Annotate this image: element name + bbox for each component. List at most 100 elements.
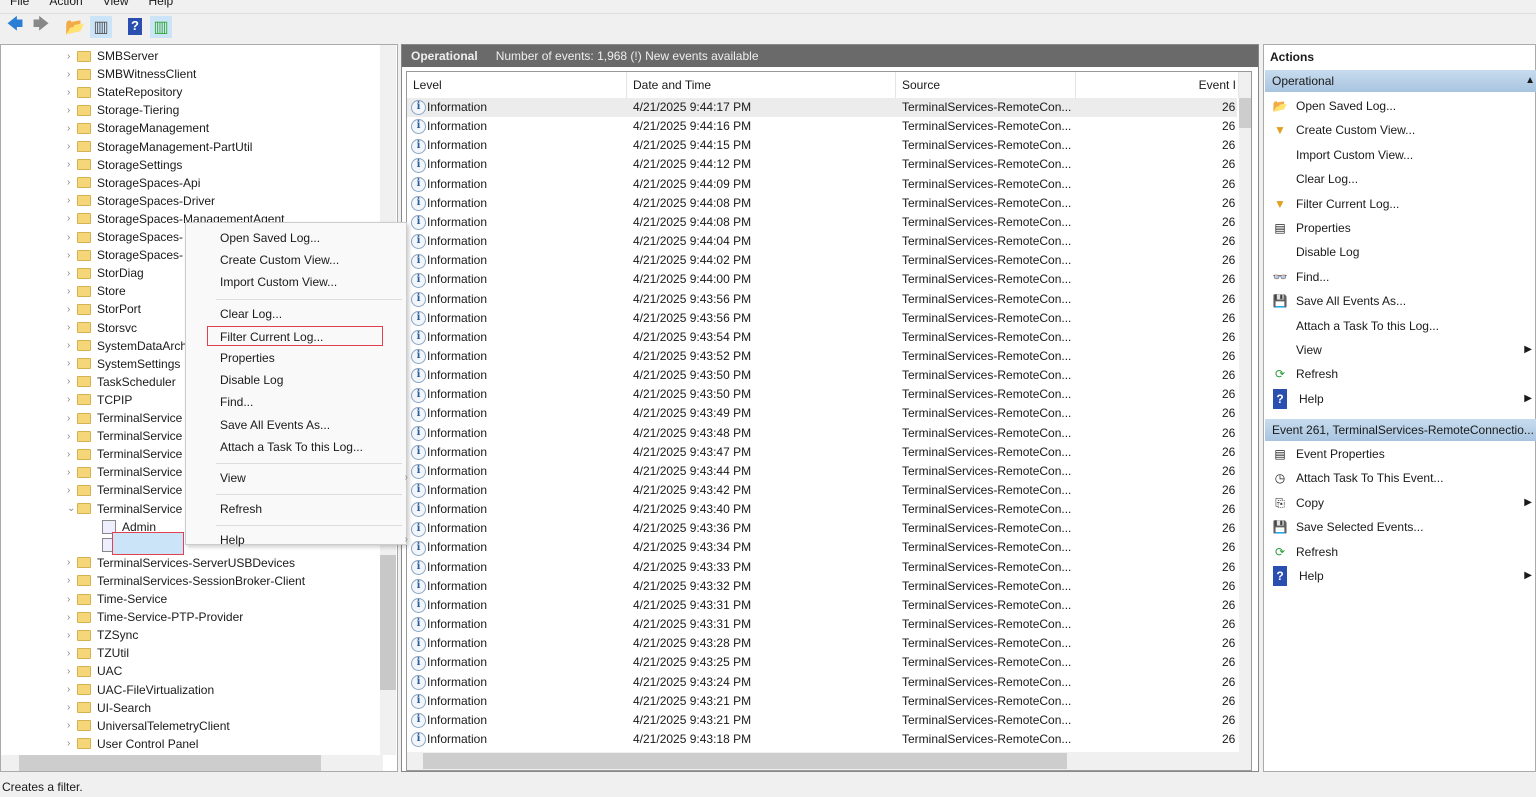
expand-chevron-icon[interactable]: › (67, 51, 77, 62)
expand-chevron-icon[interactable]: › (67, 159, 77, 170)
tree-item[interactable]: › User Control Panel (67, 735, 198, 753)
action-filter-current-log[interactable]: ▼ Filter Current Log... (1270, 194, 1534, 214)
tree-item[interactable]: › TZUtil (67, 644, 129, 662)
action-properties[interactable]: ▤ Properties (1270, 218, 1534, 238)
expand-chevron-icon[interactable]: ⌄ (67, 503, 77, 514)
expand-chevron-icon[interactable]: › (67, 141, 77, 152)
tree-item[interactable]: › Storsvc (67, 319, 137, 337)
table-row[interactable]: i Information 4/21/2025 9:43:21 PM Terminal… (407, 711, 1237, 730)
tree-item[interactable]: › StorageSpaces- (67, 228, 183, 246)
tree-item[interactable]: › SMBWitnessClient (67, 65, 196, 83)
tree-item[interactable]: › StorageSpaces- (67, 246, 183, 264)
actions-section-operational[interactable]: Operational ▲ (1265, 70, 1536, 92)
tree-item[interactable]: › StorDiag (67, 264, 144, 282)
up-folder-button[interactable]: 📂 (64, 16, 86, 38)
tree-item[interactable]: › SystemSettings (67, 355, 180, 373)
tree-item[interactable]: › Store (67, 282, 126, 300)
action-clear-log[interactable]: Clear Log... (1270, 169, 1534, 189)
action-attach-a-task-to-this-log[interactable]: Attach a Task To this Log... (1270, 316, 1534, 336)
tree-item[interactable]: › TaskScheduler (67, 373, 176, 391)
table-row[interactable]: i Information 4/21/2025 9:44:00 PM Terminal… (407, 270, 1237, 289)
action-open-saved-log[interactable]: 📂 Open Saved Log... (1270, 96, 1534, 116)
table-row[interactable]: i Information 4/21/2025 9:43:33 PM Terminal… (407, 558, 1237, 577)
table-row[interactable]: i Information 4/21/2025 9:44:16 PM Terminal… (407, 117, 1237, 136)
menu-action[interactable]: Action (39, 0, 92, 10)
column-event-id[interactable]: Event I (1076, 72, 1239, 98)
events-horizontal-scrollbar[interactable] (407, 752, 1239, 770)
tree-item[interactable]: › Time-Service (67, 590, 167, 608)
table-row[interactable]: i Information 4/21/2025 9:43:24 PM Terminal… (407, 673, 1237, 692)
tree-item[interactable]: › StateRepository (67, 83, 182, 101)
table-row[interactable]: i Information 4/21/2025 9:43:50 PM Terminal… (407, 385, 1237, 404)
context-item-filter-current-log[interactable]: Filter Current Log... (207, 325, 383, 346)
tree-item[interactable]: › TZSync (67, 626, 138, 644)
tree-item[interactable]: › StorageSpaces-Api (67, 174, 200, 192)
show-hide-action-pane-button[interactable]: ▥ (150, 15, 172, 38)
expand-chevron-icon[interactable]: › (67, 358, 77, 369)
table-row[interactable]: i Information 4/21/2025 9:44:02 PM Terminal… (407, 251, 1237, 270)
table-row[interactable]: i Information 4/21/2025 9:43:47 PM Terminal… (407, 443, 1237, 462)
action-refresh[interactable]: ⟳ Refresh (1270, 364, 1534, 384)
expand-chevron-icon[interactable]: › (67, 413, 77, 424)
tree-item[interactable]: ⌄ TerminalService (67, 500, 182, 518)
column-source[interactable]: Source (896, 72, 1076, 98)
context-item-refresh[interactable]: Refresh (220, 499, 400, 519)
tree-item[interactable]: › TCPIP (67, 391, 132, 409)
expand-chevron-icon[interactable]: › (67, 467, 77, 478)
context-item-help[interactable]: Help › (220, 530, 408, 550)
tree-item[interactable]: › StorageSettings (67, 156, 182, 174)
context-item-attach-a-task-to-this-log[interactable]: Attach a Task To this Log... (220, 437, 400, 457)
expand-chevron-icon[interactable]: › (67, 738, 77, 749)
table-row[interactable]: i Information 4/21/2025 9:43:50 PM Terminal… (407, 366, 1237, 385)
expand-chevron-icon[interactable]: › (67, 485, 77, 496)
expand-chevron-icon[interactable]: › (67, 720, 77, 731)
action-save-all-events-as[interactable]: 💾 Save All Events As... (1270, 291, 1534, 311)
expand-chevron-icon[interactable]: › (67, 376, 77, 387)
expand-chevron-icon[interactable]: › (67, 666, 77, 677)
show-hide-tree-button[interactable]: ▥ (90, 15, 112, 38)
tree-item[interactable]: › TerminalService (67, 427, 182, 445)
context-item-clear-log[interactable]: Clear Log... (220, 304, 400, 324)
action-save-selected-events[interactable]: 💾 Save Selected Events... (1270, 517, 1534, 537)
table-row[interactable]: i Information 4/21/2025 9:43:32 PM Terminal… (407, 577, 1237, 596)
table-row[interactable]: i Information 4/21/2025 9:43:56 PM Terminal… (407, 309, 1237, 328)
expand-chevron-icon[interactable]: › (67, 612, 77, 623)
context-item-save-all-events-as[interactable]: Save All Events As... (220, 415, 400, 435)
expand-chevron-icon[interactable]: › (67, 557, 77, 568)
action-view[interactable]: View ▶ (1270, 340, 1534, 360)
table-row[interactable]: i Information 4/21/2025 9:43:40 PM Terminal… (407, 500, 1237, 519)
tree-item[interactable]: › UAC-FileVirtualization (67, 681, 214, 699)
table-row[interactable]: i Information 4/21/2025 9:43:49 PM Terminal… (407, 404, 1237, 423)
table-row[interactable]: i Information 4/21/2025 9:43:52 PM Terminal… (407, 347, 1237, 366)
expand-chevron-icon[interactable]: › (67, 123, 77, 134)
tree-item[interactable]: › UAC (67, 662, 122, 680)
action-help[interactable]: ? Help ▶ (1270, 388, 1534, 409)
expand-chevron-icon[interactable]: › (67, 431, 77, 442)
expand-chevron-icon[interactable]: › (67, 648, 77, 659)
table-row[interactable]: i Information 4/21/2025 9:44:08 PM Terminal… (407, 213, 1237, 232)
table-row[interactable]: i Information 4/21/2025 9:44:17 PM Terminal… (407, 98, 1237, 117)
column-date-time[interactable]: Date and Time (627, 72, 896, 98)
menu-help[interactable]: Help (139, 0, 184, 10)
help-button[interactable]: ? (124, 16, 146, 38)
context-item-create-custom-view[interactable]: Create Custom View... (220, 250, 400, 270)
tree-item[interactable]: › SystemDataArch (67, 337, 187, 355)
action-refresh[interactable]: ⟳ Refresh (1270, 542, 1534, 562)
context-item-disable-log[interactable]: Disable Log (220, 370, 400, 390)
table-row[interactable]: i Information 4/21/2025 9:44:12 PM Terminal… (407, 155, 1237, 174)
expand-chevron-icon[interactable]: › (67, 195, 77, 206)
action-help[interactable]: ? Help ▶ (1270, 566, 1534, 586)
table-row[interactable]: i Information 4/21/2025 9:44:08 PM Terminal… (407, 194, 1237, 213)
tree-item[interactable]: › TerminalService (67, 445, 182, 463)
action-attach-task-to-this-event[interactable]: ◷ Attach Task To This Event... (1270, 468, 1534, 488)
table-row[interactable]: i Information 4/21/2025 9:43:21 PM Terminal… (407, 692, 1237, 711)
tree-item[interactable]: › TerminalService (67, 481, 182, 499)
tree-item[interactable]: › TerminalServices-SessionBroker-Client (67, 572, 305, 590)
action-copy[interactable]: ⎘ Copy ▶ (1270, 493, 1534, 513)
tree-item[interactable]: › StorageSpaces-Driver (67, 192, 215, 210)
action-create-custom-view[interactable]: ▼ Create Custom View... (1270, 120, 1534, 140)
expand-chevron-icon[interactable]: › (67, 69, 77, 80)
tree-item[interactable]: › TerminalService (67, 409, 182, 427)
expand-chevron-icon[interactable]: › (67, 684, 77, 695)
expand-chevron-icon[interactable]: › (67, 250, 77, 261)
